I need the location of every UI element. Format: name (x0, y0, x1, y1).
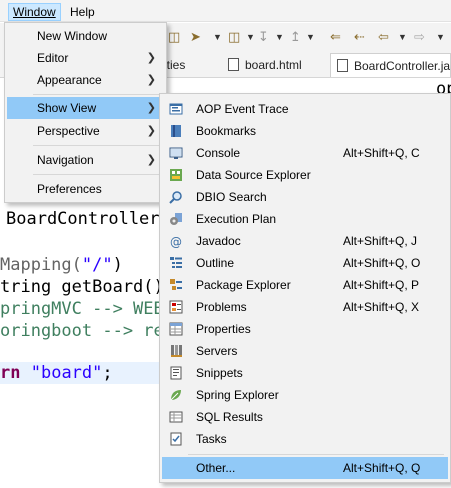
menu-item-spring-explorer[interactable]: Spring Explorer (162, 384, 448, 406)
menu-item-execution-plan[interactable]: Execution Plan (162, 208, 448, 230)
menu-item-tasks[interactable]: Tasks (162, 428, 448, 450)
menu-item-dbio-search[interactable]: DBIO Search (162, 186, 448, 208)
menu-separator (33, 94, 162, 95)
menu-item-other[interactable]: Other... Alt+Shift+Q, Q (162, 457, 448, 479)
menu-item-console[interactable]: Console Alt+Shift+Q, C (162, 142, 448, 164)
console-icon (169, 147, 183, 159)
menu-separator (188, 454, 444, 455)
chevron-down-icon[interactable]: ▼ (213, 28, 222, 46)
menu-item-perspective[interactable]: Perspective ❯ (7, 120, 164, 142)
execution-plan-icon (170, 213, 182, 225)
menu-item-servers[interactable]: Servers (162, 340, 448, 362)
tasks-icon (170, 432, 182, 446)
menu-item-preferences[interactable]: Preferences (7, 178, 164, 200)
menu-item-problems[interactable]: Problems Alt+Shift+Q, X (162, 296, 448, 318)
menu-item-data-source-explorer[interactable]: Data Source Explorer (162, 164, 448, 186)
chevron-down-icon[interactable]: ▼ (306, 28, 315, 46)
window-menu: New Window Editor ❯ Appearance ❯ Show View… (4, 22, 167, 203)
code-line: Mapping("/") (0, 255, 123, 275)
spring-explorer-icon (170, 390, 181, 401)
menu-item-navigation[interactable]: Navigation ❯ (7, 149, 164, 171)
data-source-explorer-icon (170, 169, 182, 181)
menu-item-sql-results[interactable]: SQL Results (162, 406, 448, 428)
search-icon (169, 191, 182, 204)
menu-window[interactable]: Window (8, 3, 61, 21)
next-annotation-icon[interactable]: ↧ (258, 28, 269, 46)
chevron-down-icon[interactable]: ▼ (275, 28, 284, 46)
folder-icon[interactable]: ◫ (228, 28, 240, 46)
servers-icon (171, 345, 182, 357)
pin-icon[interactable]: ➤ (190, 28, 201, 46)
menu-item-package-explorer[interactable]: Package Explorer Alt+Shift+Q, P (162, 274, 448, 296)
file-icon (228, 58, 239, 71)
code-line: oringboot --> res (0, 321, 174, 341)
back-icon[interactable]: ⇠ (354, 28, 365, 46)
snippets-icon (170, 366, 182, 380)
chevron-right-icon: ❯ (146, 154, 156, 166)
forward-icon[interactable]: ⇨ (414, 28, 425, 46)
menu-item-editor[interactable]: Editor ❯ (7, 47, 164, 69)
menu-item-show-view[interactable]: Show View ❯ (7, 97, 164, 119)
menu-item-javadoc[interactable]: @ Javadoc Alt+Shift+Q, J (162, 230, 448, 252)
menu-item-new-window[interactable]: New Window (7, 25, 164, 47)
chevron-right-icon: ❯ (146, 74, 156, 86)
code-line: tring getBoard() (0, 277, 164, 297)
package-explorer-icon (170, 279, 182, 290)
menu-item-outline[interactable]: Outline Alt+Shift+Q, O (162, 252, 448, 274)
menu-item-bookmarks[interactable]: Bookmarks (162, 120, 448, 142)
sql-results-icon (169, 411, 183, 423)
java-file-icon (337, 59, 348, 72)
menu-bar: Window Help (0, 0, 451, 22)
show-view-menu: AOP Event Trace Bookmarks Console Alt+Shi… (159, 93, 451, 483)
tab-board-html[interactable]: board.html (222, 53, 308, 77)
menu-separator (33, 174, 162, 175)
problems-icon (169, 300, 183, 314)
chevron-right-icon: ❯ (146, 125, 156, 137)
aop-event-trace-icon (169, 103, 183, 115)
prev-annotation-icon[interactable]: ↥ (290, 28, 301, 46)
menu-item-appearance[interactable]: Appearance ❯ (7, 69, 164, 91)
bookmarks-icon (171, 125, 181, 137)
menu-item-properties[interactable]: Properties (162, 318, 448, 340)
chevron-down-icon[interactable]: ▼ (436, 28, 445, 46)
open-folder-icon[interactable]: ◫ (168, 28, 180, 46)
menu-item-snippets[interactable]: Snippets (162, 362, 448, 384)
code-line: BoardController (6, 209, 160, 229)
javadoc-icon: @ (170, 235, 182, 248)
menu-item-aop-event-trace[interactable]: AOP Event Trace (162, 98, 448, 120)
properties-icon (169, 322, 183, 336)
last-edit-location-icon[interactable]: ⇐ (330, 28, 341, 46)
svg-text:@: @ (170, 235, 182, 248)
outline-icon (170, 257, 182, 268)
chevron-down-icon[interactable]: ▼ (398, 28, 407, 46)
code-line: pringMVC --> WEB, (0, 299, 174, 319)
tab-board-controller[interactable]: BoardController.java (330, 53, 451, 77)
menu-separator (33, 145, 162, 146)
back-history-icon[interactable]: ⇦ (378, 28, 389, 46)
chevron-right-icon: ❯ (146, 102, 156, 114)
chevron-down-icon[interactable]: ▼ (246, 28, 255, 46)
menu-help[interactable]: Help (66, 3, 99, 21)
chevron-right-icon: ❯ (146, 52, 156, 64)
